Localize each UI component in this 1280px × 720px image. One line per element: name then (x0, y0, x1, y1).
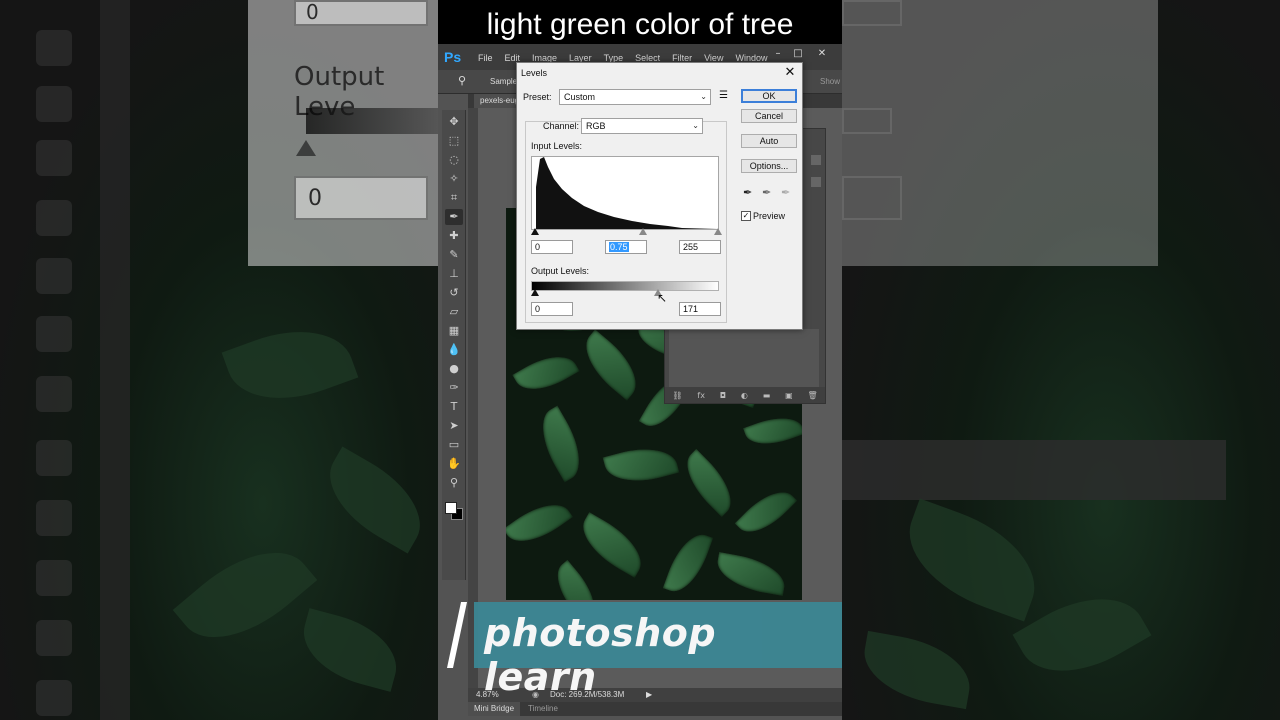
close-window-button[interactable]: ✕ (812, 47, 832, 61)
folder-icon[interactable]: ▬ (763, 391, 771, 400)
output-gradient (531, 281, 719, 291)
white-eyedropper-icon[interactable]: ✒ (781, 186, 790, 199)
photoshop-logo: Ps (444, 49, 462, 65)
tab-mini-bridge[interactable]: Mini Bridge (468, 702, 521, 716)
channel-label: Channel: (543, 121, 580, 131)
lasso-icon[interactable]: ◌ (445, 152, 463, 168)
quick-select-icon[interactable]: ✧ (445, 171, 463, 187)
gray-eyedropper-icon[interactable]: ✒ (762, 186, 771, 199)
pen-icon[interactable]: ✑ (445, 380, 463, 396)
ghost-value-top: 0 (306, 0, 319, 24)
blurred-backdrop-left: 0 Output Leve 0 (0, 0, 438, 720)
new-layer-icon[interactable]: ▣ (785, 391, 793, 400)
video-frame: 0 Output Leve 0 light green color of tre… (0, 0, 1280, 720)
fx-icon[interactable]: fx (697, 391, 705, 400)
sample-label: Sample (490, 77, 518, 86)
eraser-icon[interactable]: ▱ (445, 304, 463, 320)
adjustment-icon[interactable]: ◐ (741, 391, 748, 400)
preset-label: Preset: (523, 92, 552, 102)
ghost-value-bottom: 0 (308, 186, 322, 211)
mouse-cursor-icon: ↖ (657, 291, 668, 305)
gradient-icon[interactable]: ▦ (445, 323, 463, 339)
input-gamma-field[interactable]: 0.75 (605, 240, 647, 254)
blurred-backdrop-right (842, 0, 1280, 720)
preview-label: Preview (753, 211, 786, 221)
output-black-field[interactable]: 0 (531, 302, 573, 316)
trash-icon[interactable]: 🗑 (807, 391, 817, 400)
panel-footer: ⛓ fx ◘ ◐ ▬ ▣ 🗑 (665, 387, 825, 403)
dialog-close-button[interactable]: ✕ (782, 64, 798, 80)
input-black-slider[interactable] (531, 228, 539, 235)
video-banner: photoshop learn (474, 602, 842, 699)
eyedropper-option-icon[interactable]: ⚲ (458, 74, 466, 87)
panel-dropdown[interactable] (811, 177, 821, 187)
input-black-field[interactable]: 0 (531, 240, 573, 254)
history-brush-icon[interactable]: ↺ (445, 285, 463, 301)
output-black-slider[interactable] (531, 289, 539, 296)
preview-checkbox[interactable]: ✓ (741, 211, 751, 221)
output-white-field[interactable]: 171 (679, 302, 721, 316)
output-levels-label: Output Levels: (531, 266, 590, 276)
path-select-icon[interactable]: ➤ (445, 418, 463, 434)
dialog-title: Levels (521, 68, 548, 78)
tools-panel: ✥ ⬚ ◌ ✧ ⌗ ✒ ✚ ✎ ⊥ ↺ ▱ ▦ 💧 ● ✑ T ➤ ▭ ✋ ⚲ (442, 110, 466, 580)
healing-icon[interactable]: ✚ (445, 228, 463, 244)
blur-icon[interactable]: 💧 (445, 342, 463, 358)
preset-value: Custom (564, 92, 596, 102)
video-caption: light green color of tree (438, 0, 842, 48)
show-label[interactable]: Show (820, 77, 840, 86)
input-gamma-slider[interactable] (639, 228, 647, 235)
preset-menu-icon[interactable]: ☰ (719, 90, 728, 101)
shape-icon[interactable]: ▭ (445, 437, 463, 453)
maximize-button[interactable]: □ (788, 47, 808, 61)
input-white-field[interactable]: 255 (679, 240, 721, 254)
stamp-icon[interactable]: ⊥ (445, 266, 463, 282)
ok-button[interactable]: OK (741, 89, 797, 103)
levels-dialog: Levels ✕ Preset: Custom ⌄ ☰ Channel: RGB… (516, 62, 803, 330)
link-layers-icon[interactable]: ⛓ (672, 391, 682, 400)
mask-icon[interactable]: ◘ (720, 391, 726, 400)
channel-select[interactable]: RGB ⌄ (581, 118, 703, 134)
options-button[interactable]: Options... (741, 159, 797, 173)
type-icon[interactable]: T (445, 399, 463, 415)
brush-icon[interactable]: ✎ (445, 247, 463, 263)
histogram-graph (536, 157, 718, 229)
banner-text: photoshop learn (484, 611, 717, 699)
chevron-down-icon: ⌄ (700, 92, 707, 101)
hand-icon[interactable]: ✋ (445, 456, 463, 472)
channel-value: RGB (586, 121, 606, 131)
chevron-down-icon: ⌄ (692, 121, 699, 130)
black-eyedropper-icon[interactable]: ✒ (743, 186, 752, 199)
bottom-panel-tabs: Mini Bridge Timeline (468, 702, 842, 716)
zoom-icon[interactable]: ⚲ (445, 475, 463, 491)
foreground-color-swatch[interactable] (445, 502, 457, 514)
input-white-slider[interactable] (714, 228, 722, 235)
crop-icon[interactable]: ⌗ (445, 190, 463, 206)
preset-select[interactable]: Custom ⌄ (559, 89, 711, 105)
input-gamma-value: 0.75 (609, 242, 629, 252)
auto-button[interactable]: Auto (741, 134, 797, 148)
move-icon[interactable]: ✥ (445, 114, 463, 130)
panel-scroll-up[interactable] (811, 155, 821, 165)
menu-file[interactable]: File (472, 53, 499, 63)
cancel-button[interactable]: Cancel (741, 109, 797, 123)
eyedropper-icon[interactable]: ✒ (445, 209, 463, 225)
input-levels-label: Input Levels: (531, 141, 583, 151)
dodge-icon[interactable]: ● (445, 361, 463, 377)
marquee-icon[interactable]: ⬚ (445, 133, 463, 149)
minimize-button[interactable]: – (768, 47, 788, 61)
histogram (531, 156, 719, 230)
tab-timeline[interactable]: Timeline (522, 702, 564, 716)
vertical-ruler (468, 108, 478, 688)
